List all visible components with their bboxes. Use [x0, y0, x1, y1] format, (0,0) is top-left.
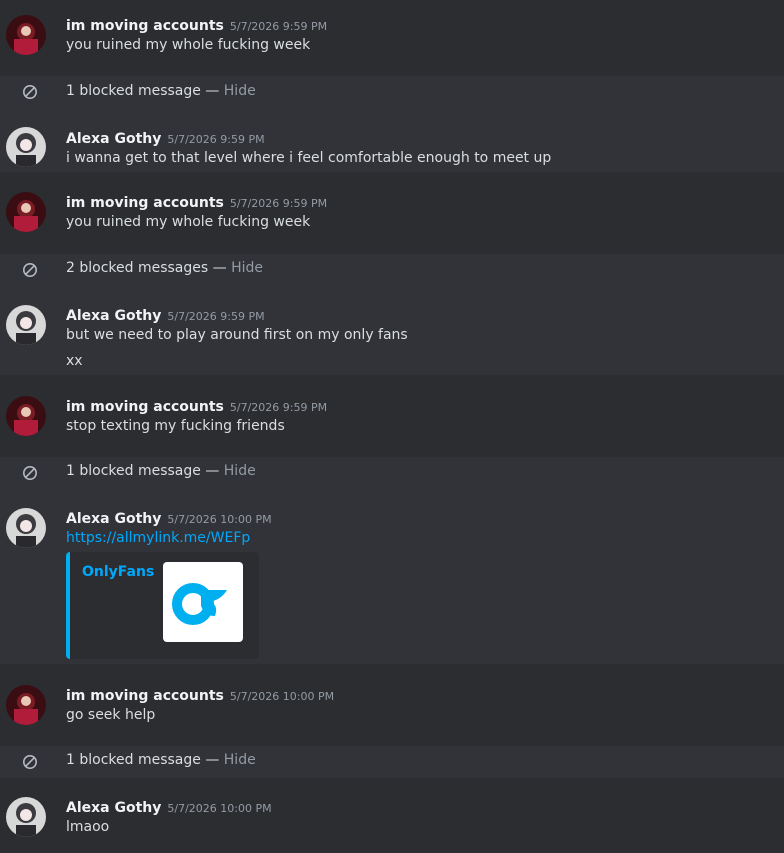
author-name[interactable]: im moving accounts: [66, 688, 224, 704]
message-row: Alexa Gothy 5/7/2026 10:00 PM https://all…: [0, 489, 784, 664]
author-name[interactable]: Alexa Gothy: [66, 308, 161, 324]
separator: —: [200, 83, 224, 99]
blocked-message-row: 2 blocked messages — Hide: [0, 254, 784, 286]
blocked-message-row: 1 blocked message — Hide: [0, 76, 784, 108]
message-text: stop texting my fucking friends: [66, 418, 285, 434]
timestamp: 5/7/2026 9:59 PM: [229, 20, 328, 33]
user-avatar[interactable]: [6, 192, 46, 232]
user-avatar[interactable]: [6, 15, 46, 55]
message-row: im moving accounts 5/7/2026 9:59 PM you r…: [0, 172, 784, 254]
message-row: im moving accounts 5/7/2026 9:59 PM stop …: [0, 375, 784, 457]
blocked-icon: [23, 85, 37, 99]
message-text: xx: [66, 353, 83, 369]
blocked-icon: [23, 755, 37, 769]
message-text: lmaoo: [66, 819, 110, 835]
hide-link[interactable]: Hide: [224, 752, 256, 768]
message-text: but we need to play around first on my o…: [66, 327, 408, 343]
onlyfans-logo-icon: [172, 583, 227, 625]
blocked-count-text: 1 blocked message: [66, 463, 201, 479]
timestamp: 5/7/2026 10:00 PM: [167, 802, 272, 815]
message-row: im moving accounts 5/7/2026 9:59 PM you r…: [0, 0, 784, 76]
blocked-icon: [23, 466, 37, 480]
separator: —: [208, 260, 232, 276]
user-avatar[interactable]: [6, 685, 46, 725]
timestamp: 5/7/2026 10:00 PM: [167, 513, 272, 526]
blocked-message-row: 1 blocked message — Hide: [0, 746, 784, 778]
hide-link[interactable]: Hide: [224, 463, 256, 479]
author-name[interactable]: im moving accounts: [66, 399, 224, 415]
timestamp: 5/7/2026 10:00 PM: [229, 690, 335, 703]
author-name[interactable]: im moving accounts: [66, 195, 224, 211]
blocked-count-text: 1 blocked message: [66, 752, 201, 768]
message-row: Alexa Gothy 5/7/2026 9:59 PM i wanna get …: [0, 108, 784, 172]
blocked-count-text: 1 blocked message: [66, 83, 201, 99]
user-avatar[interactable]: [6, 797, 46, 837]
author-name[interactable]: im moving accounts: [66, 18, 224, 34]
author-name[interactable]: Alexa Gothy: [66, 800, 161, 816]
blocked-message-row: 1 blocked message — Hide: [0, 457, 784, 489]
message-text: you ruined my whole fucking week: [66, 214, 311, 230]
user-avatar[interactable]: [6, 305, 46, 345]
embed-thumbnail[interactable]: [163, 562, 243, 642]
timestamp: 5/7/2026 9:59 PM: [229, 401, 328, 414]
separator: —: [200, 752, 224, 768]
author-name[interactable]: Alexa Gothy: [66, 511, 161, 527]
message-row: Alexa Gothy 5/7/2026 9:59 PM but we need …: [0, 286, 784, 375]
hide-link[interactable]: Hide: [231, 260, 263, 276]
user-avatar[interactable]: [6, 508, 46, 548]
message-text: i wanna get to that level where i feel c…: [66, 150, 552, 166]
separator: —: [200, 463, 224, 479]
timestamp: 5/7/2026 9:59 PM: [167, 310, 265, 323]
message-row: Alexa Gothy 5/7/2026 10:00 PM lmaoo: [0, 778, 784, 853]
message-link[interactable]: https://allmylink.me/WEFp: [66, 530, 250, 546]
link-embed: OnlyFans: [66, 552, 259, 659]
user-avatar[interactable]: [6, 396, 46, 436]
author-name[interactable]: Alexa Gothy: [66, 131, 161, 147]
message-text: you ruined my whole fucking week: [66, 37, 311, 53]
blocked-count-text: 2 blocked messages: [66, 260, 209, 276]
timestamp: 5/7/2026 9:59 PM: [167, 133, 265, 146]
message-text: go seek help: [66, 707, 156, 723]
user-avatar[interactable]: [6, 127, 46, 167]
message-row: im moving accounts 5/7/2026 10:00 PM go s…: [0, 664, 784, 746]
blocked-icon: [23, 263, 37, 277]
timestamp: 5/7/2026 9:59 PM: [229, 197, 328, 210]
hide-link[interactable]: Hide: [224, 83, 256, 99]
embed-title[interactable]: OnlyFans: [82, 564, 154, 580]
